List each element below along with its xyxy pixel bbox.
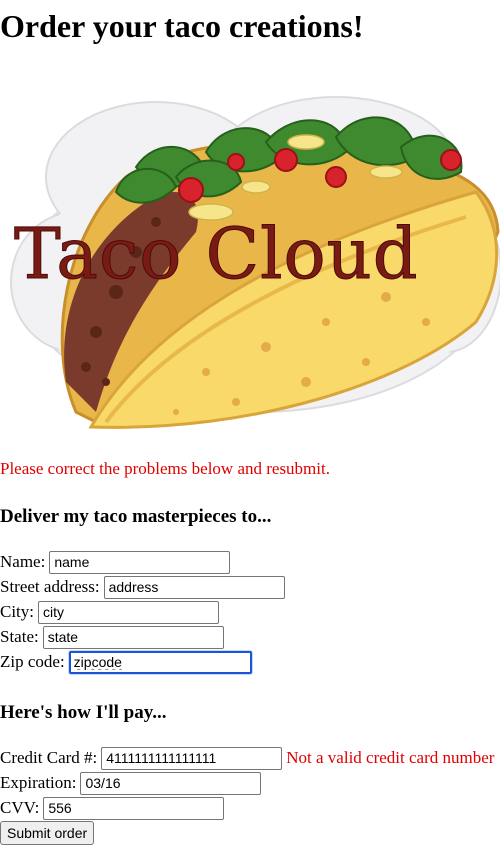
street-label: Street address: — [0, 577, 100, 596]
expiration-label: Expiration: — [0, 773, 77, 792]
taco-cloud-logo: Taco Cloud — [6, 82, 500, 438]
street-row: Street address: — [0, 575, 285, 599]
zip-code-field[interactable] — [68, 650, 252, 674]
city-field[interactable] — [38, 600, 220, 624]
credit-card-field[interactable] — [101, 746, 283, 770]
name-row: Name: — [0, 550, 231, 574]
credit-card-error: Not a valid credit card number — [286, 748, 495, 767]
expiration-row: Expiration: — [0, 771, 262, 795]
page-title: Order your taco creations! — [0, 8, 364, 44]
state-label: State: — [0, 627, 39, 646]
cvv-label: CVV: — [0, 798, 40, 817]
street-address-field[interactable] — [103, 575, 285, 599]
city-label: City: — [0, 602, 35, 621]
cvv-field[interactable] — [43, 796, 225, 820]
order-page: Order your taco creations! Taco Cloud Pl… — [0, 0, 500, 857]
delivery-heading: Deliver my taco masterpieces to... — [0, 506, 272, 527]
state-field[interactable] — [42, 625, 224, 649]
svg-text:Taco Cloud: Taco Cloud — [14, 213, 419, 295]
credit-card-label: Credit Card #: — [0, 748, 98, 767]
credit-card-row: Credit Card #: Not a valid credit card n… — [0, 746, 494, 770]
state-row: State: — [0, 625, 224, 649]
city-row: City: — [0, 600, 220, 624]
validation-message: Please correct the problems below and re… — [0, 459, 330, 478]
payment-heading: Here's how I'll pay... — [0, 702, 167, 723]
zip-label: Zip code: — [0, 652, 65, 671]
zip-row: Zip code: — [0, 650, 252, 674]
expiration-field[interactable] — [80, 771, 262, 795]
name-label: Name: — [0, 552, 46, 571]
submit-order-button[interactable]: Submit order — [0, 821, 95, 845]
name-field[interactable] — [49, 550, 231, 574]
cvv-row: CVV: — [0, 796, 225, 820]
